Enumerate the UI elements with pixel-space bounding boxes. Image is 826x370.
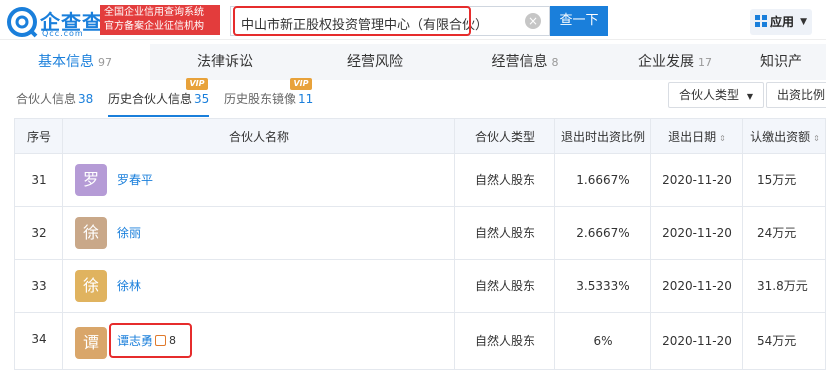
cell-date: 2020-11-20 (662, 279, 732, 293)
cell-no: 33 (31, 279, 47, 293)
cell-type: 自然人股东 (474, 279, 535, 293)
relation-graph-icon (155, 335, 166, 346)
cell-ratio: 1.6667% (576, 173, 630, 187)
column-divider (554, 118, 555, 370)
cell-no: 32 (31, 226, 47, 240)
tab-development[interactable]: 企业发展 17 (600, 44, 750, 80)
tab-basic-info[interactable]: 基本信息 97 (0, 44, 150, 80)
vip-badge: VIP (290, 78, 312, 90)
cell-type: 自然人股东 (474, 334, 535, 348)
cell-ratio: 3.5333% (576, 279, 630, 293)
tab-legal[interactable]: 法律诉讼 (150, 44, 300, 80)
col-header-ratio[interactable]: 退出时出资比例 (555, 119, 651, 155)
column-divider (650, 118, 651, 370)
subtab-history-shareholders[interactable]: VIP 历史股东镜像 11 (224, 78, 314, 107)
subtab-label: 历史股东镜像 (224, 92, 297, 106)
tab-risk[interactable]: 经营风险 (300, 44, 450, 80)
cell-date: 2020-11-20 (662, 173, 732, 187)
column-divider (742, 118, 743, 370)
partner-name-link[interactable]: 谭志勇 (117, 313, 153, 370)
col-header-date-label: 退出日期 (668, 130, 717, 144)
cell-type: 自然人股东 (474, 226, 535, 240)
tab-count: 97 (98, 56, 112, 69)
exit-ratio-filter[interactable]: 出资比例 (766, 82, 826, 108)
cell-amount: 24万元 (757, 226, 797, 240)
avatar[interactable]: 罗 (75, 164, 107, 196)
relation-count: 8 (169, 334, 176, 347)
slogan-line-2: 官方备案企业征信机构 (104, 21, 204, 32)
tab-operations[interactable]: 经营信息 8 (450, 44, 600, 80)
cell-amount: 54万元 (757, 334, 797, 348)
tab-label: 基本信息 (38, 54, 94, 70)
subtab-count: 35 (194, 92, 210, 106)
search-query-text[interactable]: 中山市新正股权投资管理中心（有限合伙） (241, 14, 488, 33)
sort-icon[interactable]: ⇕ (719, 134, 726, 143)
search-button[interactable]: 查一下 (550, 6, 608, 36)
filter-label: 出资比例 (777, 88, 826, 102)
tab-label: 经营风险 (347, 54, 403, 70)
subtab-history-partners[interactable]: VIP 历史合伙人信息 35 (108, 78, 210, 117)
cell-ratio: 6% (593, 334, 613, 348)
table-row: 33 徐 徐林 自然人股东 3.5333% 2020-11-20 31.8万元 (14, 260, 826, 313)
partner-type-filter[interactable]: 合伙人类型 ▼ (668, 82, 764, 108)
cell-date: 2020-11-20 (662, 226, 732, 240)
avatar[interactable]: 徐 (75, 217, 107, 249)
avatar[interactable]: 徐 (75, 270, 107, 302)
subtab-partners[interactable]: 合伙人信息 38 (16, 90, 93, 107)
cell-type: 自然人股东 (474, 173, 535, 187)
tab-ip[interactable]: 知识产 (760, 44, 826, 80)
column-divider (62, 118, 63, 370)
vip-badge: VIP (186, 78, 208, 90)
col-header-date[interactable]: 退出日期 ⇕ (651, 119, 743, 155)
table-row: 31 罗 罗春平 自然人股东 1.6667% 2020-11-20 15万元 (14, 154, 826, 207)
tab-label: 企业发展 (638, 54, 694, 70)
relation-badge[interactable]: 8 (155, 334, 176, 347)
partner-name-link[interactable]: 徐林 (117, 260, 141, 313)
col-header-no: 序号 (26, 130, 51, 144)
apps-label: 应用 (770, 15, 795, 29)
apps-grid-icon (755, 15, 767, 27)
subtab-count: 38 (78, 92, 94, 106)
top-header: 企查查 Qcc.com 全国企业信用查询系统 官方备案企业征信机构 中山市新正股… (0, 0, 826, 40)
column-divider (454, 118, 455, 370)
sort-icon[interactable]: ⇕ (813, 134, 820, 143)
close-circle-icon[interactable]: × (525, 13, 541, 29)
avatar[interactable]: 谭 (75, 327, 107, 359)
caret-down-icon: ▼ (800, 17, 807, 27)
subtab-count: 11 (298, 92, 314, 106)
qcc-logo-icon[interactable] (6, 6, 38, 38)
logo-subtext: Qcc.com (42, 29, 84, 38)
apps-menu-button[interactable]: 应用 ▼ (750, 9, 812, 35)
main-tabs: 基本信息 97 法律诉讼 经营风险 经营信息 8 企业发展 17 知识产 (0, 44, 826, 80)
slogan-line-1: 全国企业信用查询系统 (104, 7, 204, 18)
col-header-name: 合伙人名称 (228, 130, 289, 144)
tab-count: 17 (698, 56, 712, 69)
table-row: 32 徐 徐丽 自然人股东 2.6667% 2020-11-20 24万元 (14, 207, 826, 260)
tab-count: 8 (551, 56, 559, 69)
subtab-label: 合伙人信息 (16, 92, 77, 106)
filter-label: 合伙人类型 (679, 88, 740, 102)
tab-label: 法律诉讼 (197, 54, 253, 70)
cell-ratio: 2.6667% (576, 226, 630, 240)
tab-label: 知识产 (760, 54, 802, 70)
col-header-type: 合伙人类型 (474, 130, 535, 144)
subtab-label: 历史合伙人信息 (108, 92, 193, 106)
partner-name-link[interactable]: 徐丽 (117, 207, 141, 260)
caret-down-icon: ▼ (746, 92, 753, 101)
tab-label: 经营信息 (491, 54, 548, 70)
slogan-badge: 全国企业信用查询系统 官方备案企业征信机构 (100, 5, 220, 35)
cell-no: 31 (31, 173, 47, 187)
partner-name-link[interactable]: 罗春平 (117, 154, 153, 207)
cell-no: 34 (31, 332, 47, 346)
col-header-amount-label: 认缴出资额 (750, 130, 811, 144)
col-header-amount[interactable]: 认缴出资额 ⇕ (743, 119, 826, 155)
cell-amount: 15万元 (757, 173, 797, 187)
cell-amount: 31.8万元 (757, 279, 808, 293)
table-header: 序号 合伙人名称 合伙人类型 退出时出资比例 退出日期 ⇕ 认缴出资额 ⇕ (14, 118, 826, 154)
table-row: 34 谭 谭志勇 8 自然人股东 6% 2020-11-20 54万元 (14, 313, 826, 370)
search-input[interactable]: 中山市新正股权投资管理中心（有限合伙） × (230, 6, 550, 36)
cell-date: 2020-11-20 (662, 334, 732, 348)
